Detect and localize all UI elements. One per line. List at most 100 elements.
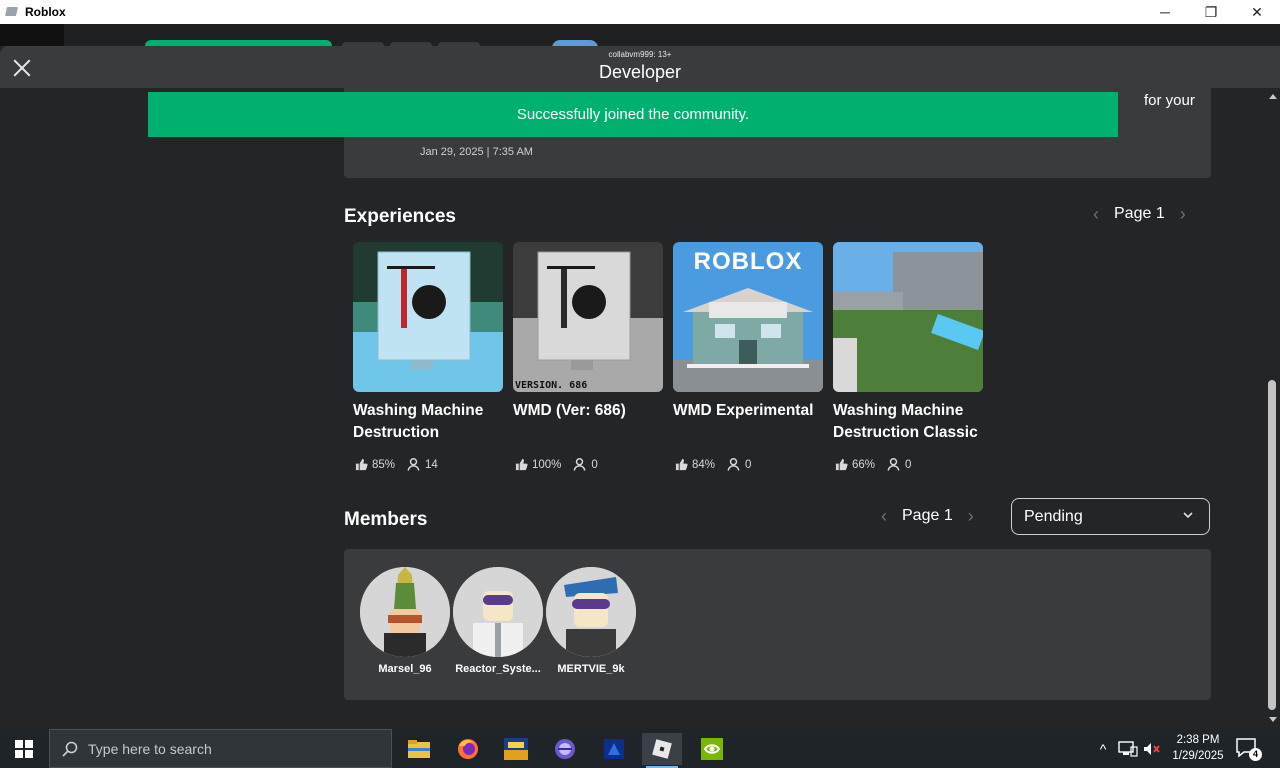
member-item[interactable]: Reactor_Syste... (452, 567, 544, 675)
thumbs-up-icon (835, 458, 848, 471)
members-page-label: Page 1 (902, 507, 953, 524)
experience-rating: 66% (852, 458, 876, 471)
notification-count-badge: 4 (1249, 748, 1262, 761)
nvidia-icon (701, 738, 723, 760)
taskbar-clock[interactable]: 2:38 PM 1/29/2025 (1164, 732, 1232, 764)
background-block (0, 24, 64, 46)
taskbar-app[interactable] (496, 733, 536, 765)
orb-app-icon (555, 739, 575, 759)
window-controls: ─ ❐ ✕ (1142, 0, 1280, 24)
network-icon[interactable] (1118, 740, 1138, 757)
page-title: Developer (598, 62, 682, 82)
experience-thumbnail[interactable]: ROBLOX (673, 242, 823, 392)
success-toast: Successfully joined the community. (148, 92, 1118, 137)
experience-player-count: 14 (425, 458, 438, 471)
taskbar-roblox[interactable] (642, 733, 682, 768)
experience-player-count: 0 (745, 458, 752, 471)
clock-time: 2:38 PM (1176, 734, 1220, 746)
experience-card[interactable]: VERSION. 686 WMD (Ver: 686) 100% 0 (513, 242, 663, 471)
experience-rating: 100% (532, 458, 562, 471)
dropdown-selected-value: Pending (1024, 507, 1083, 525)
scroll-down-icon[interactable] (1269, 717, 1277, 722)
clock-date: 1/29/2025 (1172, 750, 1224, 762)
game-app-icon (504, 738, 528, 760)
member-name[interactable]: Marsel_96 (359, 663, 451, 675)
firefox-icon (458, 739, 478, 759)
members-next-page-button[interactable]: › (961, 506, 981, 526)
experience-thumbnail[interactable]: VERSION. 686 (513, 242, 663, 392)
page-scrollbar[interactable] (1266, 88, 1280, 728)
scrollbar-thumb[interactable] (1268, 380, 1276, 710)
windows-taskbar: Type here to search ^ 2:38 PM 1/29/2025 … (0, 729, 1280, 768)
experience-thumbnail[interactable] (353, 242, 503, 392)
volume-muted-icon[interactable] (1142, 741, 1162, 757)
member-item[interactable]: Marsel_96 (359, 567, 451, 675)
window-close-button[interactable]: ✕ (1234, 0, 1280, 24)
search-icon (62, 741, 78, 757)
roblox-icon (652, 739, 672, 759)
experience-stats: 84% 0 (675, 458, 751, 471)
post-date: Jan 29, 2025 | 7:35 AM (420, 146, 533, 158)
member-item[interactable]: MERTVIE_9k (545, 567, 637, 675)
avatar[interactable] (453, 567, 543, 657)
user-icon (887, 458, 900, 471)
thumbnail-caption: VERSION. 686 (515, 380, 588, 391)
tray-overflow-button[interactable]: ^ (1096, 741, 1110, 757)
avatar[interactable] (546, 567, 636, 657)
thumbnail-caption: ROBLOX (693, 248, 803, 275)
user-icon (574, 458, 586, 471)
search-placeholder: Type here to search (88, 740, 212, 757)
experience-stats: 66% 0 (835, 458, 911, 471)
field-thumbnail-image (833, 242, 983, 392)
taskbar-firefox[interactable] (448, 733, 488, 765)
scroll-up-icon[interactable] (1269, 94, 1277, 99)
taskbar-app[interactable] (594, 733, 634, 765)
user-icon (727, 458, 740, 471)
experiences-heading: Experiences (344, 206, 456, 227)
taskbar-search-box[interactable]: Type here to search (49, 729, 392, 768)
member-name[interactable]: MERTVIE_9k (545, 663, 637, 675)
notification-center-button[interactable]: 4 (1236, 738, 1262, 761)
member-role-dropdown[interactable]: Pending (1011, 498, 1210, 535)
thumbs-up-icon (355, 458, 368, 471)
start-button[interactable] (0, 729, 48, 768)
avatar[interactable] (360, 567, 450, 657)
experience-name[interactable]: WMD Experimental (673, 400, 823, 422)
experience-stats: 100% 0 (515, 458, 598, 471)
thumbs-up-icon (675, 458, 688, 471)
experiences-next-page-button[interactable]: › (1173, 204, 1193, 224)
system-tray: ^ (1096, 729, 1162, 768)
experience-name[interactable]: WMD (Ver: 686) (513, 400, 663, 422)
experience-rating: 85% (372, 458, 396, 471)
taskbar-nvidia[interactable] (692, 733, 732, 765)
avatar-image (546, 567, 636, 657)
experience-name[interactable]: Washing Machine Destruction (353, 400, 503, 444)
chevron-down-icon (1183, 512, 1193, 519)
thumbs-up-icon (515, 458, 528, 471)
windows-logo-icon (15, 739, 33, 758)
window-titlebar: Roblox ─ ❐ ✕ (0, 0, 1280, 24)
post-text: for your (1144, 92, 1195, 109)
experience-card[interactable]: Washing Machine Destruction Classic 66% … (833, 242, 983, 471)
experiences-prev-page-button[interactable]: ‹ (1086, 204, 1106, 224)
header-username: collabvm999: 13+ (608, 50, 672, 59)
experience-thumbnail[interactable] (833, 242, 983, 392)
restore-button[interactable]: ❐ (1188, 0, 1234, 24)
members-prev-page-button[interactable]: ‹ (874, 506, 894, 526)
avatar-image (360, 567, 450, 657)
washing-machine-grayscale-thumbnail-image (513, 242, 663, 392)
members-heading: Members (344, 509, 428, 530)
experience-card[interactable]: Washing Machine Destruction 85% 14 (353, 242, 503, 471)
experience-name[interactable]: Washing Machine Destruction Classic (833, 400, 983, 444)
avatar-image (453, 567, 543, 657)
taskbar-file-explorer[interactable] (399, 733, 439, 765)
minimize-button[interactable]: ─ (1142, 0, 1188, 24)
window-title: Roblox (25, 5, 66, 19)
member-name[interactable]: Reactor_Syste... (452, 663, 544, 675)
user-icon (407, 458, 420, 471)
experience-player-count: 0 (591, 458, 598, 471)
taskbar-app[interactable] (545, 733, 585, 765)
experiences-pager: ‹ Page 1 › (1086, 204, 1193, 224)
roblox-app-icon (5, 6, 19, 18)
experience-card[interactable]: ROBLOX WMD Experimental 84% 0 (673, 242, 823, 471)
